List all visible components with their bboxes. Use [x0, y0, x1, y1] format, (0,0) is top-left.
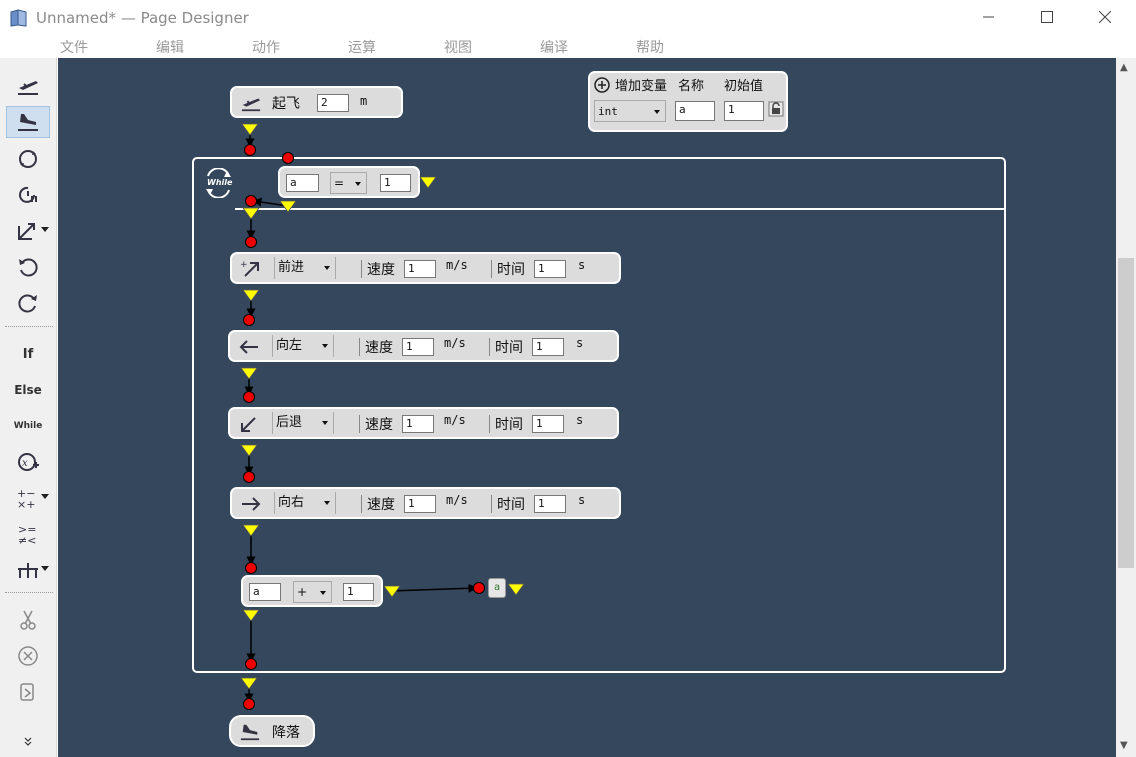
scroll-thumb[interactable] [1118, 258, 1134, 568]
svg-text:x: x [22, 458, 28, 469]
variable-add-icon: x [18, 453, 39, 471]
close-button[interactable] [1076, 0, 1134, 34]
tool-while[interactable]: While [6, 410, 50, 442]
menu-bar: 文件 编辑 动作 运算 视图 编译 帮助 [0, 34, 1136, 58]
arithmetic-icon: +−×+ [17, 487, 35, 509]
delete-circle-icon [18, 646, 38, 666]
paste-icon [20, 683, 34, 701]
tool-turn-right[interactable] [6, 287, 50, 319]
tool-if[interactable]: If [6, 338, 50, 370]
toolbar-divider [5, 592, 53, 593]
dropdown-arrow-icon [41, 494, 49, 499]
window-title: Unnamed* — Page Designer [36, 9, 249, 27]
tool-hover[interactable] [6, 179, 50, 211]
toolbar-divider [5, 326, 53, 327]
tool-delete[interactable] [6, 640, 50, 672]
svg-text:×+: ×+ [17, 498, 35, 509]
menu-edit[interactable]: 编辑 [156, 37, 184, 57]
direction-arrows-icon [18, 223, 35, 240]
tool-rotate[interactable] [6, 143, 50, 175]
tool-else[interactable]: Else [6, 374, 50, 406]
vertical-scrollbar[interactable]: ▲ ▼ [1116, 58, 1136, 757]
while-label: While [13, 421, 43, 431]
toolbar-more-button[interactable] [6, 732, 50, 752]
logic-block-icon [18, 563, 38, 578]
menu-compile[interactable]: 编译 [540, 37, 568, 57]
tool-paste[interactable] [6, 676, 50, 708]
tool-land[interactable] [6, 106, 50, 138]
scissors-icon [20, 610, 36, 630]
dropdown-arrow-icon [41, 227, 49, 232]
rotate-right-icon [18, 294, 37, 313]
menu-operation[interactable]: 运算 [348, 37, 376, 57]
tool-takeoff[interactable] [6, 70, 50, 102]
design-canvas[interactable]: While 起飞 2 m 增加变量 名称 初始值 int a 1 a = 1 +… [58, 58, 1116, 757]
landing-icon [18, 114, 38, 131]
title-bar: Unnamed* — Page Designer [0, 0, 1136, 34]
else-label: Else [14, 383, 42, 397]
takeoff-icon [18, 81, 38, 95]
compare-icon: >=≠< [18, 523, 36, 545]
maximize-icon [1041, 11, 1053, 23]
scroll-down-icon[interactable]: ▼ [1120, 740, 1128, 751]
scroll-up-icon[interactable]: ▲ [1120, 62, 1128, 73]
menu-help[interactable]: 帮助 [636, 37, 664, 57]
connection-wires [240, 123, 525, 710]
menu-file[interactable]: 文件 [60, 37, 88, 57]
dropdown-arrow-icon [41, 566, 49, 571]
menu-action[interactable]: 动作 [252, 37, 280, 57]
rotate-circle-icon [19, 150, 37, 168]
hover-clock-icon [19, 186, 37, 203]
svg-text:≠<: ≠< [18, 534, 36, 545]
menu-view[interactable]: 视图 [444, 37, 472, 57]
tool-logic[interactable] [6, 554, 50, 586]
tool-palette: If Else While x +− ×+ >= ≠< [0, 58, 57, 757]
minimize-button[interactable] [960, 0, 1018, 34]
if-label: If [22, 346, 34, 362]
maximize-button[interactable] [1018, 0, 1076, 34]
close-icon [1099, 11, 1111, 23]
chevron-double-down-icon [24, 737, 32, 746]
minimize-icon [983, 16, 994, 18]
tool-turn-left[interactable] [6, 251, 50, 283]
tool-compare[interactable]: >= ≠< [6, 518, 50, 550]
tool-variable[interactable]: x [6, 446, 50, 478]
tool-arithmetic[interactable]: +− ×+ [6, 482, 50, 514]
app-window: Unnamed* — Page Designer 文件 编辑 动作 运算 视图 … [0, 0, 1136, 757]
tool-move-direction[interactable] [6, 215, 50, 247]
book-icon [10, 9, 27, 27]
rotate-left-icon [19, 258, 38, 277]
tool-cut[interactable] [6, 604, 50, 636]
